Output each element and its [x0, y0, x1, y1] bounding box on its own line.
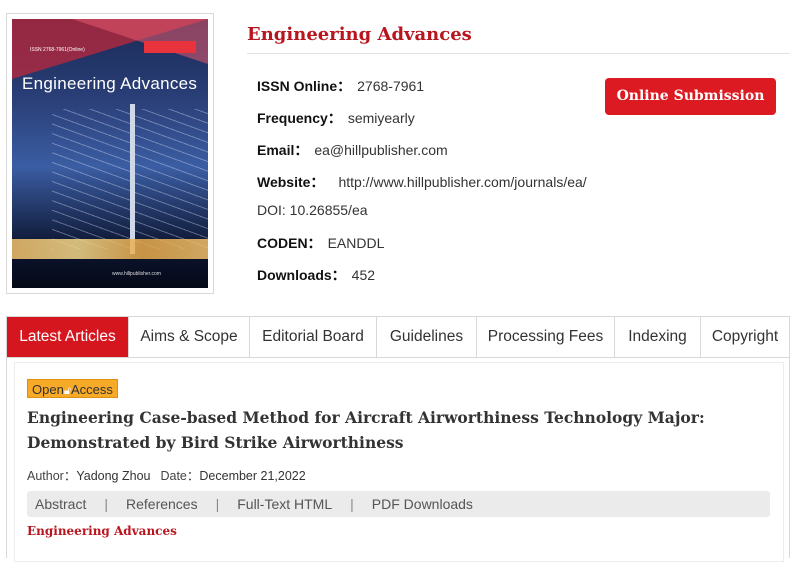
- date-value: December 21,2022: [199, 469, 306, 483]
- cover-title: Engineering Advances: [22, 74, 198, 93]
- journal-tabs: Latest Articles Aims & Scope Editorial B…: [6, 316, 790, 358]
- author-value: Yadong Zhou: [76, 469, 151, 483]
- open-access-badge: Open🔓︎Access: [27, 379, 118, 398]
- coden-label: CODEN：: [257, 235, 322, 251]
- journal-title[interactable]: Engineering Advances: [247, 24, 472, 45]
- separator: |: [104, 496, 108, 512]
- cover-url: www.hillpublisher.com: [112, 271, 161, 277]
- article-links-bar: Abstract | References | Full-Text HTML | PDF D…: [27, 491, 770, 517]
- separator: |: [215, 496, 220, 512]
- website-label: Website：: [257, 174, 325, 190]
- website-link[interactable]: http://www.hillpublisher.com/journals/ea…: [338, 174, 586, 190]
- frequency-row: Frequency： semiyearly: [257, 108, 415, 128]
- email-value[interactable]: ea@hillpublisher.com: [314, 142, 447, 158]
- badge-open-text: Open: [32, 382, 64, 397]
- downloads-row: Downloads： 452: [257, 265, 375, 285]
- article-journal-name[interactable]: Engineering Advances: [27, 524, 177, 538]
- email-label: Email：: [257, 142, 309, 158]
- doi-text: DOI: 10.26855/ea: [257, 202, 368, 218]
- issn-label: ISSN Online：: [257, 78, 352, 94]
- abstract-link[interactable]: Abstract: [35, 491, 86, 517]
- frequency-value: semiyearly: [347, 110, 415, 126]
- cover-publisher-logo: [144, 41, 196, 53]
- email-row: Email： ea@hillpublisher.com: [257, 140, 448, 160]
- coden-value: EANDDL: [327, 235, 385, 251]
- online-submission-button[interactable]: Online Submission: [605, 78, 776, 115]
- tab-indexing[interactable]: Indexing: [615, 317, 701, 357]
- issn-row: ISSN Online： 2768-7961: [257, 76, 424, 96]
- badge-access-text: Access: [70, 382, 113, 397]
- author-label: Author：: [27, 469, 77, 483]
- doi-row: DOI: 10.26855/ea: [257, 202, 368, 218]
- frequency-label: Frequency：: [257, 110, 342, 126]
- tab-editorial-board[interactable]: Editorial Board: [250, 317, 377, 357]
- pdf-downloads-link[interactable]: PDF Downloads: [372, 491, 473, 517]
- journal-cover-image: ISSN 2768-7961(Online) Engineering Advan…: [12, 19, 208, 288]
- article-meta: Author：Yadong Zhou Date：December 21,2022: [27, 465, 306, 484]
- coden-row: CODEN： EANDDL: [257, 233, 384, 253]
- divider: [247, 53, 790, 54]
- open-lock-icon: 🔓︎: [63, 385, 71, 397]
- downloads-label: Downloads：: [257, 267, 346, 283]
- fulltext-html-link[interactable]: Full-Text HTML: [237, 491, 332, 517]
- issn-value: 2768-7961: [357, 78, 425, 94]
- website-row: Website： http://www.hillpublisher.com/jou…: [257, 172, 587, 192]
- downloads-value: 452: [351, 267, 376, 283]
- tab-processing-fees[interactable]: Processing Fees: [477, 317, 615, 357]
- cover-issn: ISSN 2768-7961(Online): [30, 47, 85, 53]
- tab-aims-scope[interactable]: Aims & Scope: [129, 317, 250, 357]
- tab-guidelines[interactable]: Guidelines: [377, 317, 477, 357]
- tab-copyright[interactable]: Copyright: [701, 317, 789, 357]
- references-link[interactable]: References: [126, 491, 198, 517]
- journal-cover-frame: ISSN 2768-7961(Online) Engineering Advan…: [6, 13, 214, 294]
- tab-latest-articles[interactable]: Latest Articles: [7, 317, 129, 357]
- separator: |: [350, 496, 354, 512]
- article-title[interactable]: Engineering Case-based Method for Aircra…: [27, 405, 727, 455]
- date-label: Date：: [160, 469, 200, 483]
